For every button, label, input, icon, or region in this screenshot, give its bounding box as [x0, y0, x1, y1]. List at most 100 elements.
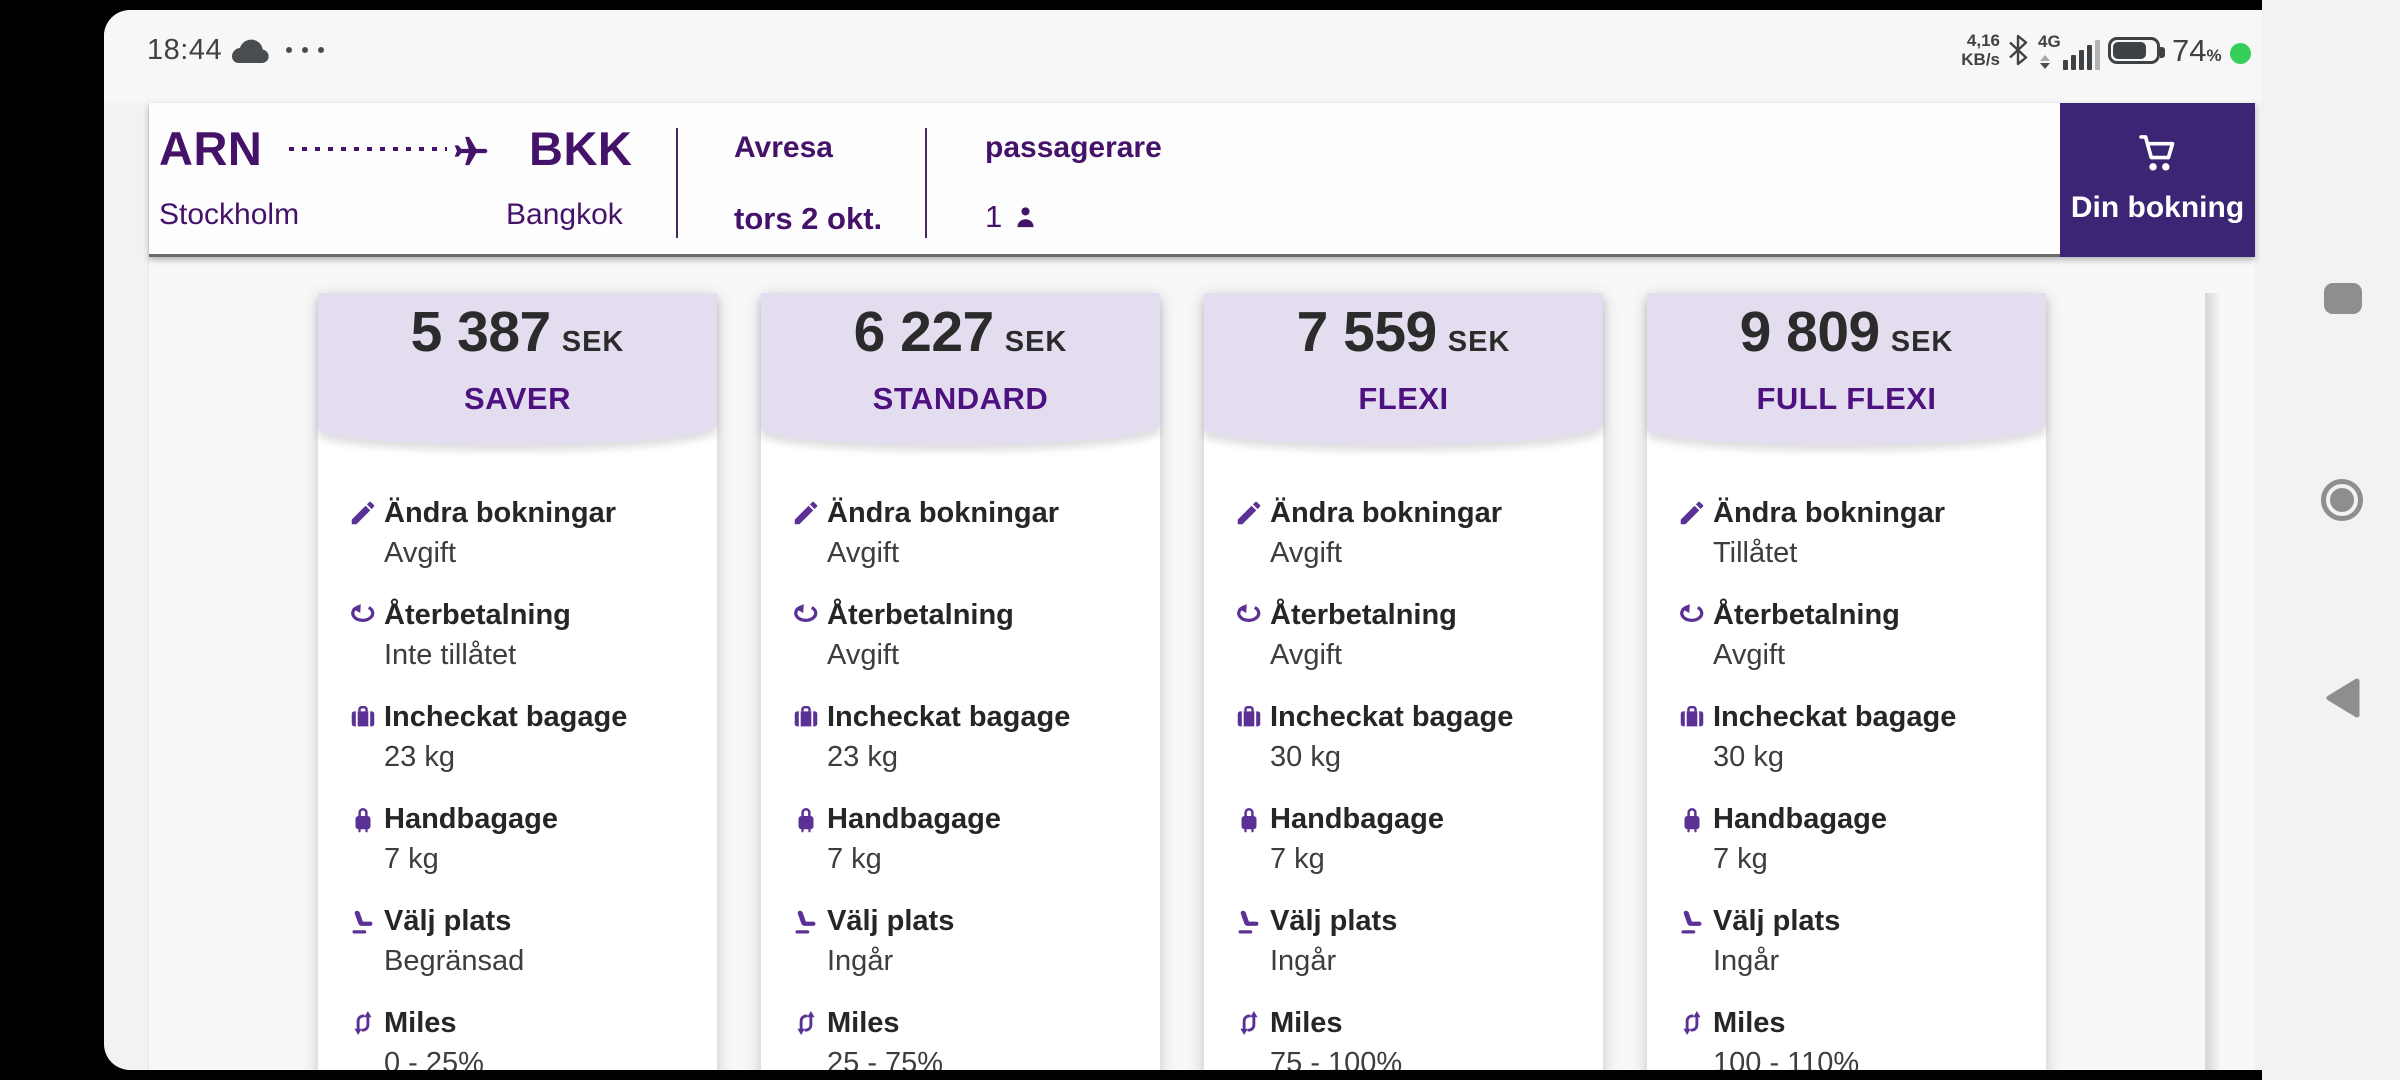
passengers-value[interactable]: 1: [985, 199, 1039, 235]
fare-card[interactable]: Ändra bokningar Tillåtet Återbetalning A…: [1647, 293, 2046, 1070]
fare-feature-value: Avgift: [1270, 536, 1342, 570]
fare-feature-value: 7 kg: [384, 842, 439, 876]
phone-screen: 18:44 4,16 KB/s 4G 74% ARN Stockholm: [104, 10, 2400, 1070]
fare-feature-value: 23 kg: [384, 740, 455, 774]
fare-name: FLEXI: [1204, 381, 1603, 417]
cart-button[interactable]: Din bokning: [2060, 103, 2255, 257]
fare-price-line: 6 227SEK: [761, 301, 1160, 378]
refund-icon: [791, 600, 821, 630]
origin-city: Stockholm: [159, 198, 299, 232]
miles-icon: [791, 1008, 821, 1038]
status-bar: 18:44 4,16 KB/s 4G 74%: [104, 10, 2400, 103]
fare-card-header: 6 227SEK STANDARD: [761, 293, 1160, 445]
carryon-icon: [1234, 804, 1264, 834]
fare-feature-row: Handbagage 7 kg: [318, 802, 717, 904]
fare-card[interactable]: Ändra bokningar Avgift Återbetalning Int…: [318, 293, 717, 1070]
fare-feature-value: Begränsad: [384, 944, 524, 978]
fare-price-line: 7 559SEK: [1204, 301, 1603, 378]
fare-feature-row: Återbetalning Avgift: [761, 598, 1160, 700]
fare-feature-label: Ändra bokningar: [1713, 496, 1945, 530]
more-notifications-icon: [286, 47, 324, 53]
pencil-icon: [791, 498, 821, 528]
fare-feature-value: Tillåtet: [1713, 536, 1797, 570]
fare-card[interactable]: Ändra bokningar Avgift Återbetalning Avg…: [1204, 293, 1603, 1070]
fare-currency: SEK: [1891, 326, 1954, 358]
fare-feature-value: 7 kg: [827, 842, 882, 876]
fare-feature-label: Ändra bokningar: [1270, 496, 1502, 530]
fare-feature-value: 100 - 110%: [1713, 1046, 1859, 1070]
fare-feature-value: Ingår: [1713, 944, 1779, 978]
fare-feature-value: Avgift: [1713, 638, 1785, 672]
data-arrows-icon: [2040, 55, 2052, 69]
fare-feature-value: 30 kg: [1270, 740, 1341, 774]
fare-name: STANDARD: [761, 381, 1160, 417]
departure-label: Avresa: [734, 131, 833, 165]
suitcase-icon: [1234, 702, 1264, 732]
destination-city: Bangkok: [506, 198, 623, 232]
fare-rows: Ändra bokningar Avgift Återbetalning Avg…: [761, 496, 1160, 1070]
home-button[interactable]: [2321, 479, 2363, 521]
clock: 18:44: [147, 35, 222, 65]
passenger-count: 1: [985, 199, 1002, 235]
fare-feature-label: Handbagage: [1713, 802, 1887, 836]
route-dotted-line: [289, 147, 447, 151]
fare-feature-value: 30 kg: [1713, 740, 1784, 774]
seat-icon: [1677, 906, 1707, 936]
browser-viewport: ARN Stockholm BKK Bangkok Avresa tors 2 …: [148, 103, 2255, 1070]
fare-feature-label: Välj plats: [1713, 904, 1840, 938]
cart-icon: [2132, 127, 2184, 179]
suitcase-icon: [1677, 702, 1707, 732]
fare-feature-value: Avgift: [827, 638, 899, 672]
fare-feature-value: 23 kg: [827, 740, 898, 774]
fare-feature-row: Ändra bokningar Avgift: [318, 496, 717, 598]
battery-percent: 74%: [2172, 33, 2222, 69]
signal-bars-icon: [2063, 40, 2100, 70]
scroll-edge-shadow: [2205, 293, 2221, 1070]
carryon-icon: [791, 804, 821, 834]
fare-price: 9 809: [1740, 300, 1880, 364]
cart-button-label: Din bokning: [2060, 191, 2255, 225]
fare-feature-row: Incheckat bagage 30 kg: [1647, 700, 2046, 802]
refund-icon: [1234, 600, 1264, 630]
fare-feature-label: Återbetalning: [1713, 598, 1900, 632]
green-status-dot: [2230, 43, 2251, 64]
miles-icon: [348, 1008, 378, 1038]
seat-icon: [348, 906, 378, 936]
battery-icon: [2108, 37, 2160, 64]
fare-feature-row: Välj plats Begränsad: [318, 904, 717, 1006]
origin-code[interactable]: ARN: [159, 121, 262, 176]
fare-feature-label: Miles: [1270, 1006, 1343, 1040]
cloud-icon: [232, 38, 272, 66]
fare-feature-row: Handbagage 7 kg: [761, 802, 1160, 904]
back-button[interactable]: [2325, 678, 2361, 718]
fare-feature-label: Incheckat bagage: [1713, 700, 1956, 734]
plane-icon: [451, 131, 491, 171]
refund-icon: [348, 600, 378, 630]
fare-rows: Ändra bokningar Avgift Återbetalning Int…: [318, 496, 717, 1070]
recents-button[interactable]: [2324, 283, 2362, 314]
fare-card[interactable]: Ändra bokningar Avgift Återbetalning Avg…: [761, 293, 1160, 1070]
system-nav-column: [2262, 0, 2400, 1080]
fare-rows: Ändra bokningar Avgift Återbetalning Avg…: [1204, 496, 1603, 1070]
fare-price: 7 559: [1297, 300, 1437, 364]
header-divider: [925, 128, 927, 238]
fare-feature-label: Miles: [1713, 1006, 1786, 1040]
pencil-icon: [1234, 498, 1264, 528]
seat-icon: [791, 906, 821, 936]
fare-feature-value: 0 - 25%: [384, 1046, 484, 1070]
fare-feature-row: Miles 100 - 110%: [1647, 1006, 2046, 1070]
fare-feature-label: Ändra bokningar: [827, 496, 1059, 530]
departure-date[interactable]: tors 2 okt.: [734, 201, 882, 237]
fare-feature-label: Välj plats: [1270, 904, 1397, 938]
header-divider: [676, 128, 678, 238]
fare-feature-value: Avgift: [384, 536, 456, 570]
fare-feature-row: Välj plats Ingår: [1204, 904, 1603, 1006]
fare-feature-label: Handbagage: [1270, 802, 1444, 836]
network-speed: 4,16 KB/s: [1944, 31, 2000, 69]
destination-code[interactable]: BKK: [529, 121, 632, 176]
fare-feature-label: Miles: [827, 1006, 900, 1040]
person-icon: [1012, 204, 1039, 231]
fare-currency: SEK: [562, 326, 625, 358]
fare-feature-label: Incheckat bagage: [827, 700, 1070, 734]
fare-feature-row: Miles 25 - 75%: [761, 1006, 1160, 1070]
